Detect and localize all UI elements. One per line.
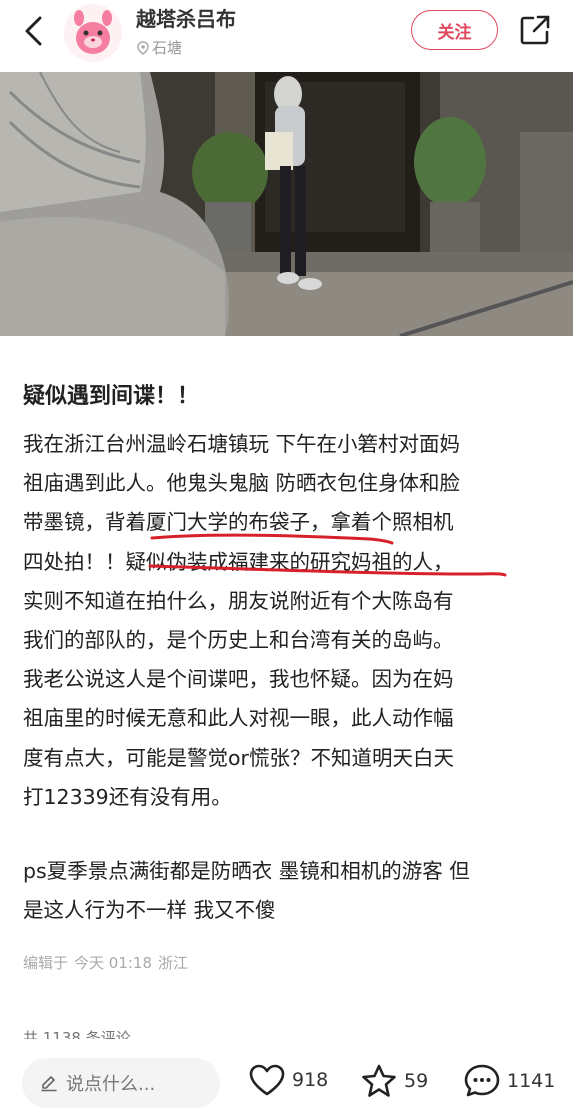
follow-button[interactable]: 关注	[411, 10, 498, 50]
post-photo[interactable]	[0, 72, 573, 336]
edit-label: 编辑于	[23, 954, 69, 972]
post-title: 疑似遇到间谍！！	[23, 384, 200, 409]
edit-date: 今天 01:18	[74, 954, 153, 972]
heart-icon	[249, 1064, 285, 1096]
back-icon[interactable]	[18, 14, 52, 48]
body-line: 我在浙江台州温岭石塘镇玩 下午在小箬村对面妈	[23, 432, 461, 456]
like-count: 918	[292, 1069, 329, 1091]
body-line: 四处拍！！疑似伪装成福建来的研究妈祖的人，	[23, 549, 454, 574]
location-tag[interactable]: 石塘	[137, 37, 182, 58]
author-avatar[interactable]	[64, 4, 122, 62]
ps-line: ps夏季景点满街都是防晒衣 墨镜和相机的游客 但	[23, 859, 470, 883]
comment-placeholder: 说点什么...	[66, 1074, 156, 1095]
like-button[interactable]: 918	[248, 1063, 328, 1097]
author-name[interactable]: 越塔杀吕布	[136, 3, 236, 32]
ps-line: 是这人行为不一样 我又不傻	[23, 898, 276, 922]
location-pin-icon	[137, 40, 149, 55]
post-body: 我在浙江台州温岭石塘镇玩 下午在小箬村对面妈 祖庙遇到此人。他鬼头鬼脑 防晒衣包…	[23, 425, 558, 817]
body-line: 我老公说这人是个间谍吧，我也怀疑。因为在妈	[23, 667, 454, 692]
body-line: 我们的部队的，是个历史上和台湾有关的岛屿。	[23, 628, 454, 653]
favorite-count: 59	[404, 1070, 429, 1092]
comment-input[interactable]: 说点什么...	[22, 1058, 220, 1108]
comment-count: 1141	[507, 1070, 556, 1092]
body-line: 打12339还有没有用。	[23, 784, 232, 809]
location-label: 石塘	[152, 39, 183, 57]
pencil-icon	[41, 1076, 57, 1092]
comment-button[interactable]: 1141	[463, 1063, 555, 1099]
bottom-action-bar: 说点什么... 918 59 1141	[0, 1041, 573, 1113]
body-line: 祖庙遇到此人。他鬼头鬼脑 防晒衣包住身体和脸	[23, 471, 461, 496]
body-line: 带墨镜，背着厦门大学的布袋子，拿着个照相机	[23, 510, 454, 535]
body-line: 度有点大，可能是警觉or慌张？不知道明天白天	[23, 745, 454, 770]
comments-total: 共 1138 条评论	[23, 1029, 131, 1039]
favorite-button[interactable]: 59	[360, 1063, 428, 1099]
star-icon	[362, 1064, 396, 1097]
share-icon[interactable]	[518, 13, 552, 47]
post-header: 越塔杀吕布 石塘 关注	[0, 0, 573, 70]
body-line: 实则不知道在拍什么，朋友说附近有个大陈岛有	[23, 588, 454, 613]
post-meta: 编辑于 今天 01:18 浙江	[23, 952, 194, 973]
edit-region: 浙江	[158, 954, 189, 972]
comment-bubble-icon	[464, 1064, 500, 1097]
post-ps: ps夏季景点满街都是防晒衣 墨镜和相机的游客 但 是这人行为不一样 我又不傻	[23, 852, 558, 930]
body-line: 祖庙里的时候无意和此人对视一眼，此人动作幅	[23, 706, 454, 731]
